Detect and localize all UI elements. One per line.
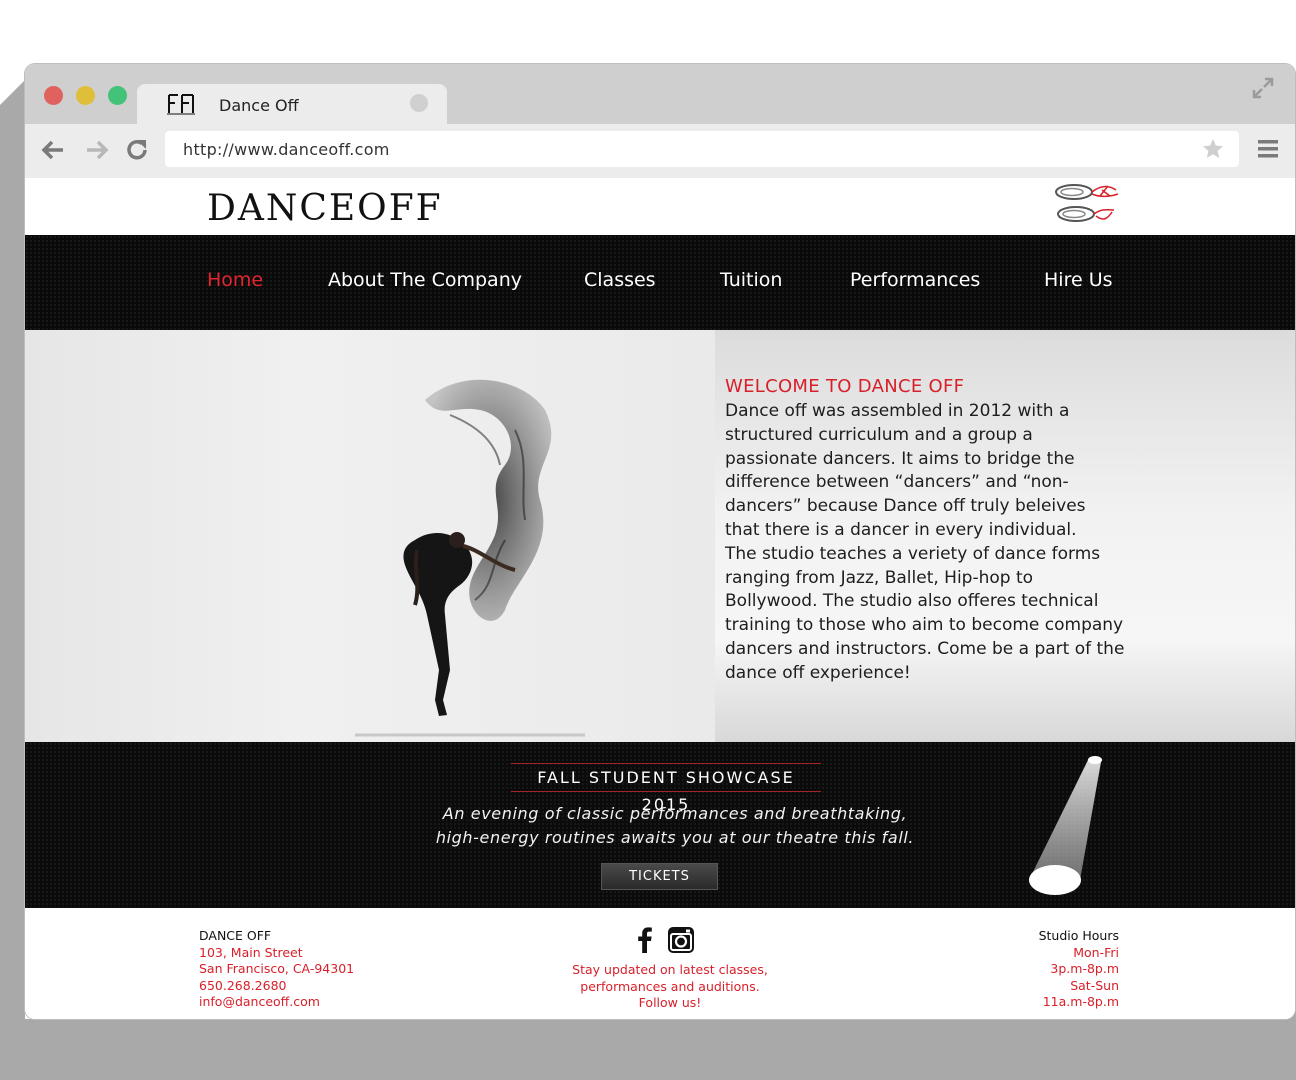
- showcase-text: An evening of classic performances and b…: [435, 804, 915, 847]
- footer-social-text: Stay updated on latest classes, performa…: [545, 962, 795, 1012]
- footer-address-line1: 103, Main Street: [199, 944, 303, 960]
- footer-email[interactable]: info@danceoff.com: [199, 994, 354, 1011]
- tab-title: Dance Off: [219, 96, 299, 115]
- footer: DANCE OFF 103, Main Street San Francisco…: [25, 908, 1295, 1019]
- browser-tab[interactable]: Dance Off: [137, 84, 447, 124]
- hero-section: WELCOME TO DANCE OFF Dance off was assem…: [25, 330, 1295, 742]
- browser-menu-icon[interactable]: [1257, 138, 1279, 160]
- showcase-title: FALL STUDENT SHOWCASE 2015: [511, 763, 821, 814]
- footer-social-line1: Stay updated on latest classes,: [572, 962, 768, 977]
- nav-performances[interactable]: Performances: [850, 269, 980, 291]
- welcome-title: WELCOME TO DANCE OFF: [725, 376, 965, 397]
- ballet-shoes-icon: [1055, 184, 1119, 222]
- welcome-text: Dance off was assembled in 2012 with a s…: [725, 401, 1125, 683]
- main-nav: Home About The Company Classes Tuition P…: [25, 235, 1295, 330]
- maximize-window-button[interactable]: [108, 86, 127, 105]
- footer-studio-hours: Studio Hours Mon-Fri 3p.m-8p.m Sat-Sun 1…: [1039, 928, 1119, 1011]
- footer-contact: DANCE OFF 103, Main Street San Francisco…: [199, 928, 354, 1011]
- tab-close-icon[interactable]: [410, 94, 428, 112]
- studio-hours-time2: 11a.m-8p.m: [1042, 994, 1119, 1009]
- showcase-banner: FALL STUDENT SHOWCASE 2015 An evening of…: [25, 742, 1295, 908]
- nav-tuition[interactable]: Tuition: [720, 269, 782, 291]
- minimize-window-button[interactable]: [76, 86, 95, 105]
- nav-hire-us[interactable]: Hire Us: [1044, 269, 1113, 291]
- facebook-icon[interactable]: [631, 926, 659, 954]
- browser-toolbar: http://www.danceoff.com: [25, 124, 1295, 178]
- nav-home[interactable]: Home: [207, 269, 263, 291]
- stage: Dance Off http://www.danceoff.com DANCEO…: [0, 0, 1296, 1080]
- url-text: http://www.danceoff.com: [183, 140, 390, 159]
- forward-arrow-icon[interactable]: [83, 136, 111, 164]
- studio-hours-days1: Mon-Fri: [1073, 944, 1119, 960]
- instagram-icon[interactable]: [667, 926, 695, 954]
- spotlight-icon: [1029, 756, 1102, 895]
- footer-phone[interactable]: 650.268.2680: [199, 978, 354, 995]
- nav-about[interactable]: About The Company: [328, 269, 522, 291]
- footer-address-line2: San Francisco, CA-94301: [199, 961, 355, 976]
- footer-social-line3: Follow us!: [638, 995, 702, 1010]
- footer-company-name: DANCE OFF: [199, 928, 272, 943]
- reload-icon[interactable]: [123, 136, 151, 164]
- studio-hours-title: Studio Hours: [1038, 928, 1119, 943]
- close-window-button[interactable]: [44, 86, 63, 105]
- footer-social-line2: performances and auditions.: [580, 978, 760, 994]
- browser-window: Dance Off http://www.danceoff.com DANCEO…: [25, 64, 1295, 1019]
- studio-hours-days2: Sat-Sun: [1070, 977, 1119, 993]
- tickets-button[interactable]: TICKETS: [601, 863, 718, 890]
- website: DANCEOFF Home About The Company Classes …: [25, 178, 1295, 1019]
- studio-hours-time1: 3p.m-8p.m: [1050, 961, 1119, 976]
- dancer-image: [355, 379, 585, 737]
- site-logo-icon: [167, 94, 195, 115]
- brand-logo[interactable]: DANCEOFF: [207, 188, 443, 229]
- nav-classes[interactable]: Classes: [584, 269, 656, 291]
- back-arrow-icon[interactable]: [39, 136, 67, 164]
- address-bar[interactable]: http://www.danceoff.com: [165, 131, 1239, 167]
- site-header: DANCEOFF: [25, 178, 1295, 236]
- browser-chrome: Dance Off http://www.danceoff.com: [25, 64, 1295, 178]
- fullscreen-icon[interactable]: [1251, 76, 1275, 100]
- bookmark-star-icon[interactable]: [1201, 137, 1225, 161]
